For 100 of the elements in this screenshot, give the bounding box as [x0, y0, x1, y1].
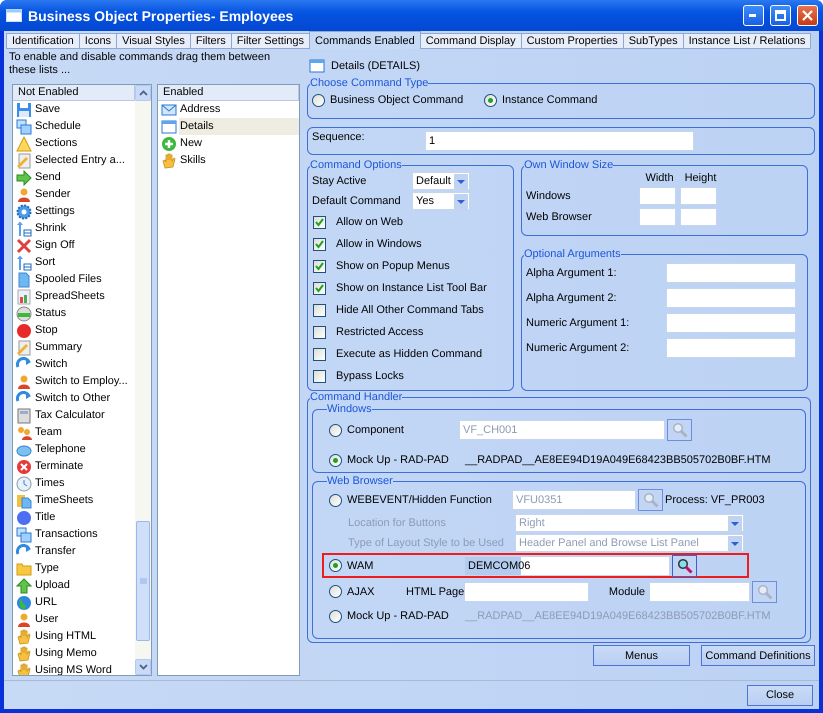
- file-name: __RADPAD__AE8EE94D19A049E68423BB505702B0BF.HTM: [465, 454, 771, 466]
- list-item[interactable]: Times: [13, 475, 135, 492]
- wam-field[interactable]: DEMCOM06: [464, 556, 670, 576]
- argument-label: Numeric Argument 2:: [526, 342, 630, 354]
- list-item[interactable]: Switch: [13, 356, 135, 373]
- argument-label: Numeric Argument 1:: [526, 316, 630, 328]
- list-item[interactable]: Switch to Other: [13, 390, 135, 407]
- list-item[interactable]: Schedule: [13, 118, 135, 135]
- argument-label: Alpha Argument 2:: [526, 292, 618, 304]
- list-item[interactable]: Sort: [13, 254, 135, 271]
- radio-label: Mock Up - RAD-PAD: [347, 454, 450, 466]
- list-item[interactable]: Skills: [158, 152, 299, 169]
- list-item[interactable]: Settings: [13, 203, 135, 220]
- list-item[interactable]: Status: [13, 305, 135, 322]
- radio-label: Instance Command: [502, 94, 598, 106]
- list-item[interactable]: Address: [158, 101, 299, 118]
- checkbox-label: Allow in Windows: [336, 238, 422, 250]
- checkbox-label: Show on Instance List Tool Bar: [336, 282, 487, 294]
- process-text: Process: VF_PR003: [665, 494, 765, 506]
- sequence-field[interactable]: 1: [425, 131, 694, 151]
- list-item[interactable]: URL: [13, 594, 135, 611]
- column-header: Height: [684, 172, 718, 184]
- list-item[interactable]: Selected Entry a...: [13, 152, 135, 169]
- list-item[interactable]: Team: [13, 424, 135, 441]
- radio-label: Mock Up - RAD-PAD: [347, 610, 450, 622]
- argument-label: Alpha Argument 1:: [526, 266, 618, 278]
- tab[interactable]: Visual Styles: [116, 33, 191, 49]
- list-item[interactable]: Transfer: [13, 543, 135, 560]
- checkbox-label: Restricted Access: [336, 326, 424, 338]
- checkbox-label: Hide All Other Command Tabs: [336, 304, 484, 316]
- checkbox-label: Allow on Web: [336, 216, 404, 228]
- dropdown-label: Stay Active: [312, 175, 368, 187]
- field-label: HTML Page: [406, 586, 464, 598]
- radio-label: Component: [347, 424, 405, 436]
- list-item[interactable]: Shrink: [13, 220, 135, 237]
- radio-label: WEBEVENT/Hidden Function: [347, 494, 493, 506]
- row-label: Web Browser: [526, 210, 593, 222]
- list-item[interactable]: Using HTML: [13, 628, 135, 645]
- group-title: Optional Arguments: [524, 248, 621, 260]
- option-label: Type of Layout Style to be Used: [348, 537, 505, 549]
- option-label: Location for Buttons: [348, 517, 447, 529]
- list-item[interactable]: Spooled Files: [13, 271, 135, 288]
- list-item[interactable]: Telephone: [13, 441, 135, 458]
- group-title: Choose Command Type: [310, 77, 428, 89]
- group-title: Windows: [327, 403, 372, 415]
- list-item[interactable]: Stop: [13, 322, 135, 339]
- list-item[interactable]: Type: [13, 560, 135, 577]
- list-item[interactable]: Terminate: [13, 458, 135, 475]
- tab[interactable]: Instance List / Relations: [682, 33, 812, 49]
- tab[interactable]: Identification: [6, 33, 80, 49]
- list-header: Enabled: [158, 85, 299, 101]
- list-item[interactable]: Using MS Word: [13, 662, 135, 675]
- group-title: Web Browser: [327, 475, 393, 487]
- command-title: Details (DETAILS): [331, 60, 420, 72]
- dropdown-label: Default Command: [312, 195, 402, 207]
- instructions-text: To enable and disable commands drag them between these lists ...: [8, 51, 272, 78]
- tab[interactable]: Icons: [78, 33, 118, 49]
- dropdown[interactable]: Default: [412, 172, 470, 190]
- list-item[interactable]: Sections: [13, 135, 135, 152]
- checkbox-label: Bypass Locks: [336, 370, 404, 382]
- group-title: Command Options: [310, 159, 402, 171]
- list-item[interactable]: Title: [13, 509, 135, 526]
- checkbox-label: Execute as Hidden Command: [336, 348, 482, 360]
- list-item[interactable]: SpreadSheets: [13, 288, 135, 305]
- window-title: Business Object Properties- Employees: [28, 8, 294, 24]
- push-button[interactable]: Command Definitions: [701, 645, 815, 666]
- list-item[interactable]: Send: [13, 169, 135, 186]
- row-label: Windows: [526, 190, 572, 202]
- field-label: Module: [608, 586, 646, 598]
- tab[interactable]: Command Display: [420, 33, 522, 49]
- file-name: __RADPAD__AE8EE94D19A049E68423BB505702B0BF.HTM: [465, 610, 771, 622]
- list-item[interactable]: Sender: [13, 186, 135, 203]
- sequence-label: Sequence:: [312, 130, 366, 143]
- tab[interactable]: SubTypes: [622, 33, 684, 49]
- tab[interactable]: Custom Properties: [520, 33, 624, 49]
- tab[interactable]: Filter Settings: [230, 33, 310, 49]
- list-item[interactable]: User: [13, 611, 135, 628]
- push-button[interactable]: Menus: [593, 645, 690, 666]
- close-dialog-button[interactable]: Close: [747, 684, 813, 706]
- list-item[interactable]: Sign Off: [13, 237, 135, 254]
- list-item[interactable]: Using Memo: [13, 645, 135, 662]
- list-item[interactable]: Upload: [13, 577, 135, 594]
- checkbox-label: Show on Popup Menus: [336, 260, 450, 272]
- list-item[interactable]: TimeSheets: [13, 492, 135, 509]
- list-header: Not Enabled: [13, 85, 135, 101]
- list-item[interactable]: Summary: [13, 339, 135, 356]
- dropdown[interactable]: Yes: [412, 192, 470, 210]
- list-item[interactable]: Tax Calculator: [13, 407, 135, 424]
- radio-label: WAM: [347, 560, 374, 572]
- list-item[interactable]: Transactions: [13, 526, 135, 543]
- tab[interactable]: Commands Enabled: [309, 31, 421, 49]
- group-title: Command Handler: [310, 391, 402, 403]
- list-item[interactable]: Switch to Employ...: [13, 373, 135, 390]
- list-item[interactable]: Save: [13, 101, 135, 118]
- radio-label: AJAX: [347, 586, 376, 598]
- radio-label: Business Object Command: [330, 94, 464, 106]
- tab[interactable]: Filters: [190, 33, 232, 49]
- column-header: Width: [644, 172, 675, 184]
- group-title: Own Window Size: [524, 159, 614, 171]
- list-item[interactable]: New: [158, 135, 299, 152]
